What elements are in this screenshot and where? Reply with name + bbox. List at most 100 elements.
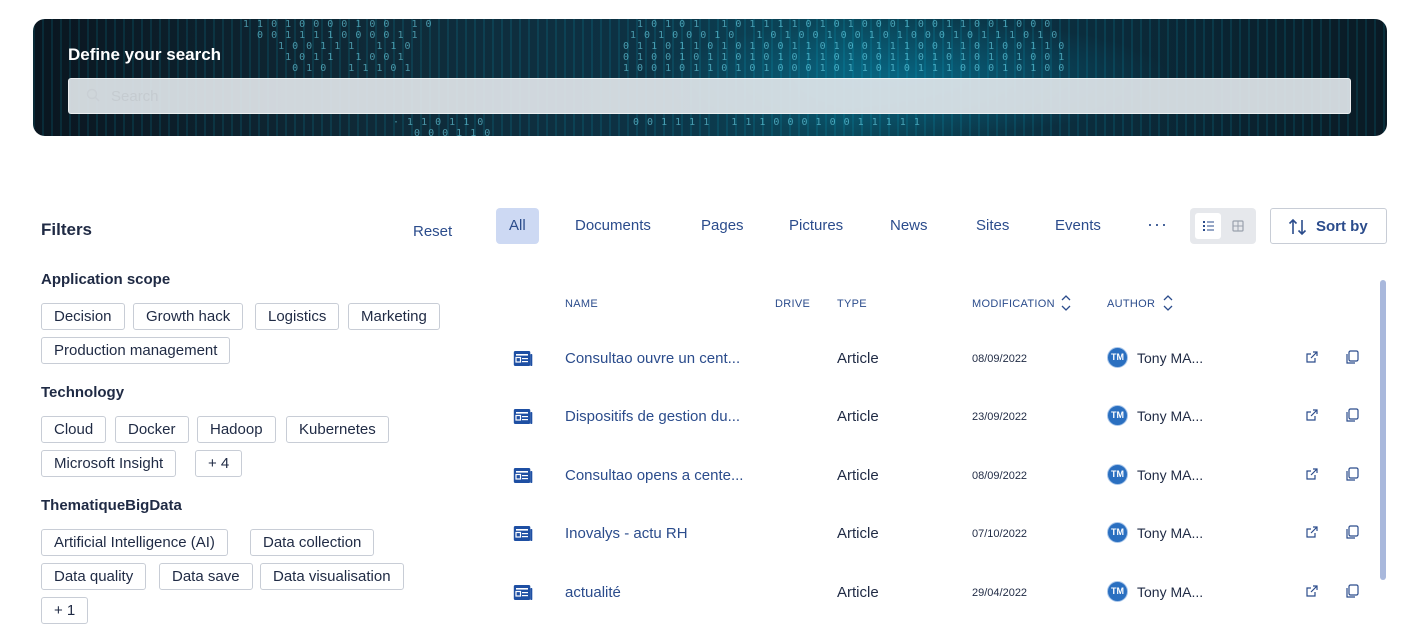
- row-type: Article: [837, 525, 879, 542]
- filter-chip-microsoft-insight[interactable]: Microsoft Insight: [41, 450, 177, 477]
- tab-sites[interactable]: Sites: [976, 208, 1009, 244]
- filter-chip-more-technology[interactable]: + 4: [195, 450, 243, 477]
- filter-chip-cloud[interactable]: Cloud: [41, 416, 107, 443]
- hero-title: Define your search: [68, 45, 222, 64]
- share-icon[interactable]: [1304, 524, 1320, 540]
- news-article-icon: [513, 351, 533, 366]
- row-author: Tony MA...: [1137, 350, 1204, 366]
- filter-chip-more-thematique[interactable]: + 1: [41, 597, 89, 624]
- row-name-link[interactable]: Dispositifs de gestion du...: [565, 408, 740, 425]
- row-date: 08/09/2022: [972, 470, 1028, 482]
- search-icon: [86, 88, 100, 102]
- row-name-link[interactable]: Consultao opens a cente...: [565, 467, 743, 484]
- filter-group-title-application-scope: Application scope: [41, 271, 171, 288]
- filter-chip-kubernetes[interactable]: Kubernetes: [286, 416, 389, 443]
- column-header-drive: DRIVE: [775, 298, 811, 310]
- filter-chip-data-collection[interactable]: Data collection: [250, 529, 375, 556]
- tab-news[interactable]: News: [890, 208, 928, 244]
- results-scrollbar[interactable]: [1380, 280, 1386, 580]
- list-view-button[interactable]: [1195, 213, 1221, 239]
- row-name-link[interactable]: Consultao ouvre un cent...: [565, 350, 740, 367]
- matrix-decoration-2: 1 0 1 0 1 1 0 1 1 1 1 0 1 0 1 0 0 0 1 0 …: [623, 19, 1066, 74]
- tab-pictures[interactable]: Pictures: [789, 208, 843, 244]
- tab-events[interactable]: Events: [1055, 208, 1101, 244]
- avatar: TM: [1107, 464, 1128, 485]
- row-name-link[interactable]: Inovalys - actu RH: [565, 525, 688, 542]
- table-row[interactable]: Consultao opens a cente... Article 08/09…: [500, 452, 1370, 502]
- table-row[interactable]: actualité Article 29/04/2022 TM Tony MA.…: [500, 569, 1370, 619]
- more-tabs-button[interactable]: ···: [1147, 208, 1168, 244]
- row-author: Tony MA...: [1137, 467, 1204, 483]
- column-header-modification[interactable]: MODIFICATION: [972, 298, 1055, 310]
- table-row[interactable]: Dispositifs de gestion du... Article 23/…: [500, 393, 1370, 443]
- filter-group-title-thematique-big-data: ThematiqueBigData: [41, 497, 182, 514]
- filter-chip-data-visualisation[interactable]: Data visualisation: [260, 563, 404, 590]
- row-author: Tony MA...: [1137, 525, 1204, 541]
- avatar: TM: [1107, 522, 1128, 543]
- copy-icon[interactable]: [1344, 524, 1360, 540]
- copy-icon[interactable]: [1344, 349, 1360, 365]
- grid-view-button[interactable]: [1225, 213, 1251, 239]
- table-row[interactable]: Inovalys - actu RH Article 07/10/2022 TM…: [500, 510, 1370, 560]
- filters-title: Filters: [41, 220, 93, 239]
- matrix-decoration: 1 1 0 1 0 0 0 0 1 0 0 1 0 0 0 1 1 1 1 0 …: [243, 19, 433, 74]
- copy-icon[interactable]: [1344, 583, 1360, 599]
- filter-chip-marketing[interactable]: Marketing: [348, 303, 440, 330]
- sort-by-button[interactable]: Sort by: [1270, 208, 1387, 244]
- row-type: Article: [837, 408, 879, 425]
- avatar: TM: [1107, 581, 1128, 602]
- search-input[interactable]: [111, 79, 1311, 113]
- news-article-icon: [513, 526, 533, 541]
- avatar: TM: [1107, 347, 1128, 368]
- row-type: Article: [837, 350, 879, 367]
- share-icon[interactable]: [1304, 349, 1320, 365]
- share-icon[interactable]: [1304, 583, 1320, 599]
- row-author: Tony MA...: [1137, 584, 1204, 600]
- reset-button[interactable]: Reset: [413, 223, 452, 240]
- row-type: Article: [837, 467, 879, 484]
- share-icon[interactable]: [1304, 466, 1320, 482]
- row-author: Tony MA...: [1137, 408, 1204, 424]
- news-article-icon: [513, 409, 533, 424]
- copy-icon[interactable]: [1344, 466, 1360, 482]
- filter-chip-production-management[interactable]: Production management: [41, 337, 231, 364]
- search-hero-banner: 1 1 0 1 0 0 0 0 1 0 0 1 0 0 0 1 1 1 1 0 …: [33, 19, 1387, 136]
- row-type: Article: [837, 584, 879, 601]
- filter-chip-data-save[interactable]: Data save: [159, 563, 253, 590]
- copy-icon[interactable]: [1344, 407, 1360, 423]
- filter-chip-artificial-intelligence[interactable]: Artificial Intelligence (AI): [41, 529, 228, 556]
- column-header-name: NAME: [565, 298, 598, 310]
- list-view-icon: [1203, 221, 1214, 231]
- share-icon[interactable]: [1304, 407, 1320, 423]
- matrix-decoration-4: · 1 1 0 1 1 0 0 0 0 1 1 0: [393, 117, 492, 136]
- sort-icon: [1288, 218, 1307, 236]
- filter-chip-decision[interactable]: Decision: [41, 303, 125, 330]
- avatar: TM: [1107, 405, 1128, 426]
- sort-by-label: Sort by: [1316, 218, 1368, 235]
- column-header-type: TYPE: [837, 298, 867, 310]
- filter-chip-data-quality[interactable]: Data quality: [41, 563, 147, 590]
- matrix-decoration-3: 0 0 1 1 1 1 1 1 1 0 0 0 1 0 0 1 1 1 1 1: [633, 117, 921, 128]
- row-date: 29/04/2022: [972, 587, 1028, 599]
- news-article-icon: [513, 585, 533, 600]
- modification-sort-icon[interactable]: [1060, 293, 1072, 313]
- filter-chip-hadoop[interactable]: Hadoop: [197, 416, 276, 443]
- filter-chip-logistics[interactable]: Logistics: [255, 303, 340, 330]
- filter-group-title-technology: Technology: [41, 384, 125, 401]
- row-date: 23/09/2022: [972, 411, 1028, 423]
- row-date: 08/09/2022: [972, 353, 1028, 365]
- filter-chip-docker[interactable]: Docker: [115, 416, 189, 443]
- row-date: 07/10/2022: [972, 528, 1028, 540]
- grid-view-icon: [1232, 220, 1244, 232]
- tab-pages[interactable]: Pages: [701, 208, 744, 244]
- row-name-link[interactable]: actualité: [565, 584, 621, 601]
- table-row[interactable]: Consultao ouvre un cent... Article 08/09…: [500, 335, 1370, 385]
- author-sort-icon[interactable]: [1162, 293, 1174, 313]
- view-toggle: [1190, 208, 1256, 244]
- tab-documents[interactable]: Documents: [575, 208, 651, 244]
- filter-chip-growth-hack[interactable]: Growth hack: [133, 303, 244, 330]
- tab-all[interactable]: All: [496, 208, 539, 244]
- column-header-author[interactable]: AUTHOR: [1107, 298, 1155, 310]
- search-box[interactable]: [68, 78, 1351, 114]
- news-article-icon: [513, 468, 533, 483]
